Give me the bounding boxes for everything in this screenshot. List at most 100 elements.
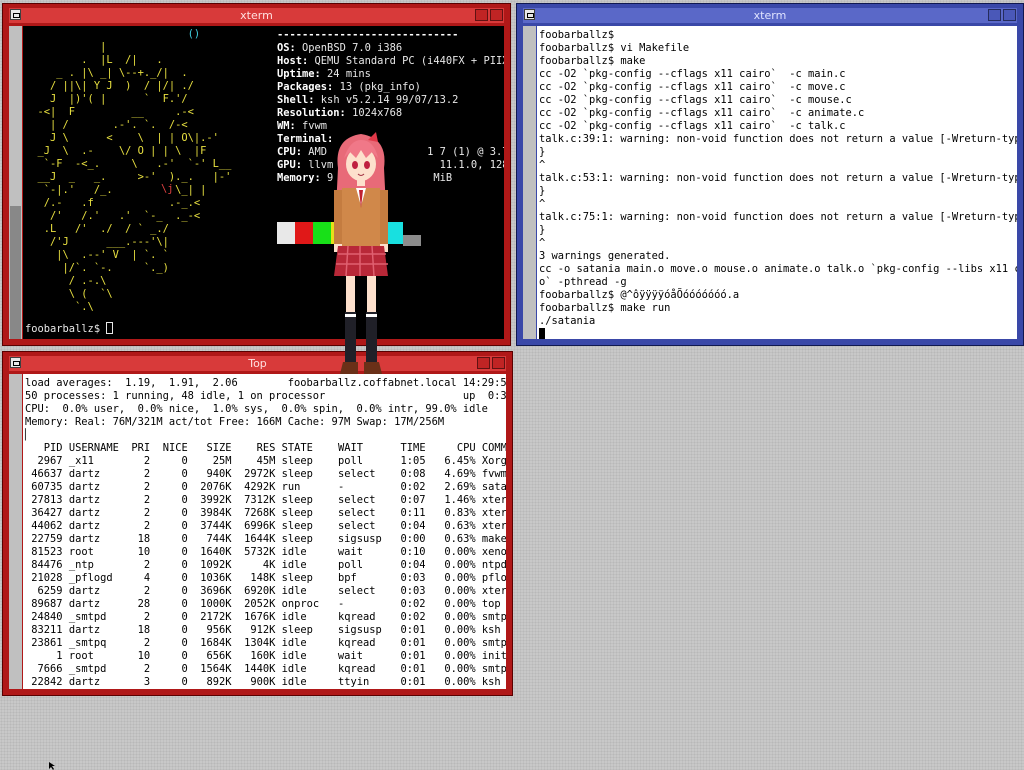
terminal-output[interactable]: foobarballz$ foobarballz$ vi Makefile fo…: [537, 26, 1017, 339]
table-cell: root: [68, 546, 94, 558]
table-cell: sleep: [281, 624, 313, 636]
table-cell: xterm: [481, 494, 506, 506]
scrollbar[interactable]: [9, 26, 22, 339]
minimize-icon[interactable]: [475, 9, 488, 21]
table-cell: xterm: [481, 507, 506, 519]
column-header[interactable]: PRI: [131, 442, 150, 454]
table-cell: idle: [281, 611, 307, 623]
xterm-right-window[interactable]: xterm foobarballz$ foobarballz$ vi Makef…: [516, 3, 1024, 346]
table-row[interactable]: 60735 dartz 2 0 2076K 4292K run - 0:02 2…: [25, 481, 506, 493]
column-header[interactable]: PID: [44, 442, 63, 454]
minimize-icon[interactable]: [988, 9, 1001, 21]
table-cell: 2076K: [200, 481, 232, 493]
table-row[interactable]: 1 root 10 0 656K 160K idle wait 0:01 0.0…: [25, 650, 506, 662]
table-cell: 21028: [31, 572, 63, 584]
top-window[interactable]: Top load averages: 1.19, 1.91, 2.06 foob…: [2, 351, 513, 696]
column-header[interactable]: RES: [257, 442, 276, 454]
info-row: Uptime: 24 mins: [277, 68, 504, 81]
column-header[interactable]: SIZE: [207, 442, 232, 454]
table-cell: idle: [281, 585, 307, 597]
table-cell: 0.00%: [444, 611, 476, 623]
table-cell: satania: [481, 481, 506, 493]
minimize-icon[interactable]: [477, 357, 490, 369]
table-cell: 0.00%: [444, 637, 476, 649]
window-title: xterm: [753, 9, 787, 22]
table-cell: 4292K: [244, 481, 276, 493]
logo-line: _ . |\ _| \--+._/| .: [56, 67, 188, 79]
table-row[interactable]: 2967 _x11 2 0 25M 45M sleep poll 1:05 6.…: [25, 455, 506, 467]
xterm-left-client[interactable]: () | . |L /| . _ . |\ _| \--+._/| . / ||…: [9, 26, 504, 339]
table-cell: 0: [181, 468, 188, 480]
xterm-right-client[interactable]: foobarballz$ foobarballz$ vi Makefile fo…: [523, 26, 1017, 339]
table-row[interactable]: 46637 dartz 2 0 940K 2972K sleep select …: [25, 468, 506, 480]
table-row[interactable]: 6259 dartz 2 0 3696K 6920K idle select 0…: [25, 585, 506, 597]
maximize-icon[interactable]: [492, 357, 505, 369]
maximize-icon[interactable]: [1003, 9, 1016, 21]
satania-sprite[interactable]: [330, 128, 392, 380]
table-cell: 1684K: [200, 637, 232, 649]
table-cell: sleep: [281, 507, 313, 519]
scrollbar-thumb[interactable]: [10, 206, 21, 339]
info-row: Host: QEMU Standard PC (i440FX + PIIX: [277, 55, 504, 68]
table-cell: 6996K: [244, 520, 276, 532]
table-cell: 912K: [250, 624, 276, 636]
column-header[interactable]: TIME: [401, 442, 426, 454]
table-cell: init: [481, 650, 506, 662]
window-menu-icon[interactable]: [10, 9, 21, 20]
terminal-line: foobarballz$ @^ôÿÿÿÿóåÕóóóóóóó.a: [539, 289, 740, 301]
top-header-line: Memory: Real: 76M/321M act/tot Free: 166…: [25, 416, 445, 428]
top-client[interactable]: load averages: 1.19, 1.91, 2.06 foobarba…: [9, 374, 506, 689]
table-row[interactable]: 22759 dartz 18 0 744K 1644K sleep sigsus…: [25, 533, 506, 545]
table-row[interactable]: 7666 _smtpd 2 0 1564K 1440K idle kqread …: [25, 663, 506, 675]
scrollbar-thumb[interactable]: [10, 374, 21, 689]
table-row[interactable]: 22842 dartz 3 0 892K 900K idle ttyin 0:0…: [25, 676, 506, 688]
logo-line: | / .-'. `. /-<: [50, 119, 188, 131]
info-rule: -----------------------------: [277, 29, 459, 41]
xterm-left-titlebar[interactable]: xterm: [9, 8, 504, 23]
terminal-output[interactable]: () | . |L /| . _ . |\ _| \--+._/| . / ||…: [23, 26, 504, 339]
table-row[interactable]: 89687 dartz 28 0 1000K 2052K onproc - 0:…: [25, 598, 506, 610]
process-table: load averages: 1.19, 1.91, 2.06 foobarba…: [25, 377, 506, 689]
scrollbar-thumb[interactable]: [524, 26, 535, 339]
table-row[interactable]: 36427 dartz 2 0 3984K 7268K sleep select…: [25, 507, 506, 519]
column-header[interactable]: USERNAME: [69, 442, 119, 454]
table-row[interactable]: 44062 dartz 2 0 3744K 6996K sleep select…: [25, 520, 506, 532]
xterm-right-titlebar[interactable]: xterm: [523, 8, 1017, 23]
table-cell: dartz: [68, 494, 101, 506]
logo-line: / .-.\: [68, 275, 107, 287]
column-header[interactable]: STATE: [282, 442, 313, 454]
table-cell: 2: [143, 494, 151, 506]
table-row[interactable]: 27813 dartz 2 0 3992K 7312K sleep select…: [25, 494, 506, 506]
xterm-left-window[interactable]: xterm () | . |L /| . _ . |\ _| \--+._/| …: [2, 3, 511, 346]
top-titlebar[interactable]: Top: [9, 356, 506, 371]
terminal-line: ^: [539, 159, 546, 171]
window-menu-icon[interactable]: [524, 9, 535, 20]
table-row[interactable]: 23861 _smtpq 2 0 1684K 1304K idle kqread…: [25, 637, 506, 649]
table-row[interactable]: 84476 _ntp 2 0 1092K 4K idle poll 0:04 0…: [25, 559, 506, 571]
column-header[interactable]: COMMAND: [482, 442, 506, 454]
table-row[interactable]: 83211 dartz 18 0 956K 912K sleep sigsusp…: [25, 624, 506, 636]
column-header[interactable]: CPU: [457, 442, 476, 454]
logo-line: /'J ___.---'\|: [50, 236, 169, 248]
table-cell: xenodm: [481, 546, 506, 558]
table-row[interactable]: 21028 _pflogd 4 0 1036K 148K sleep bpf 0…: [25, 572, 506, 584]
top-output[interactable]: load averages: 1.19, 1.91, 2.06 foobarba…: [23, 374, 506, 689]
column-header[interactable]: NICE: [163, 442, 188, 454]
logo-line: |\ .--' V | `. `: [56, 249, 169, 261]
scrollbar[interactable]: [523, 26, 536, 339]
table-cell: ntpd: [481, 559, 506, 571]
cursor: [539, 328, 545, 339]
column-header[interactable]: WAIT: [338, 442, 363, 454]
maximize-icon[interactable]: [490, 9, 503, 21]
scrollbar[interactable]: [9, 374, 22, 689]
terminal-line: talk.c:53:1: warning: non-void function …: [539, 172, 1017, 184]
window-menu-icon[interactable]: [10, 357, 21, 368]
table-row[interactable]: 81523 root 10 0 1640K 5732K idle wait 0:…: [25, 546, 506, 558]
table-cell: 2: [143, 455, 151, 467]
table-row[interactable]: 24840 _smtpd 2 0 2172K 1676K idle kqread…: [25, 611, 506, 623]
terminal-line: }: [539, 146, 546, 158]
table-cell: -: [337, 481, 345, 493]
table-cell: 4K: [262, 559, 276, 571]
table-cell: make: [481, 533, 506, 545]
table-cell: 1000K: [200, 598, 232, 610]
